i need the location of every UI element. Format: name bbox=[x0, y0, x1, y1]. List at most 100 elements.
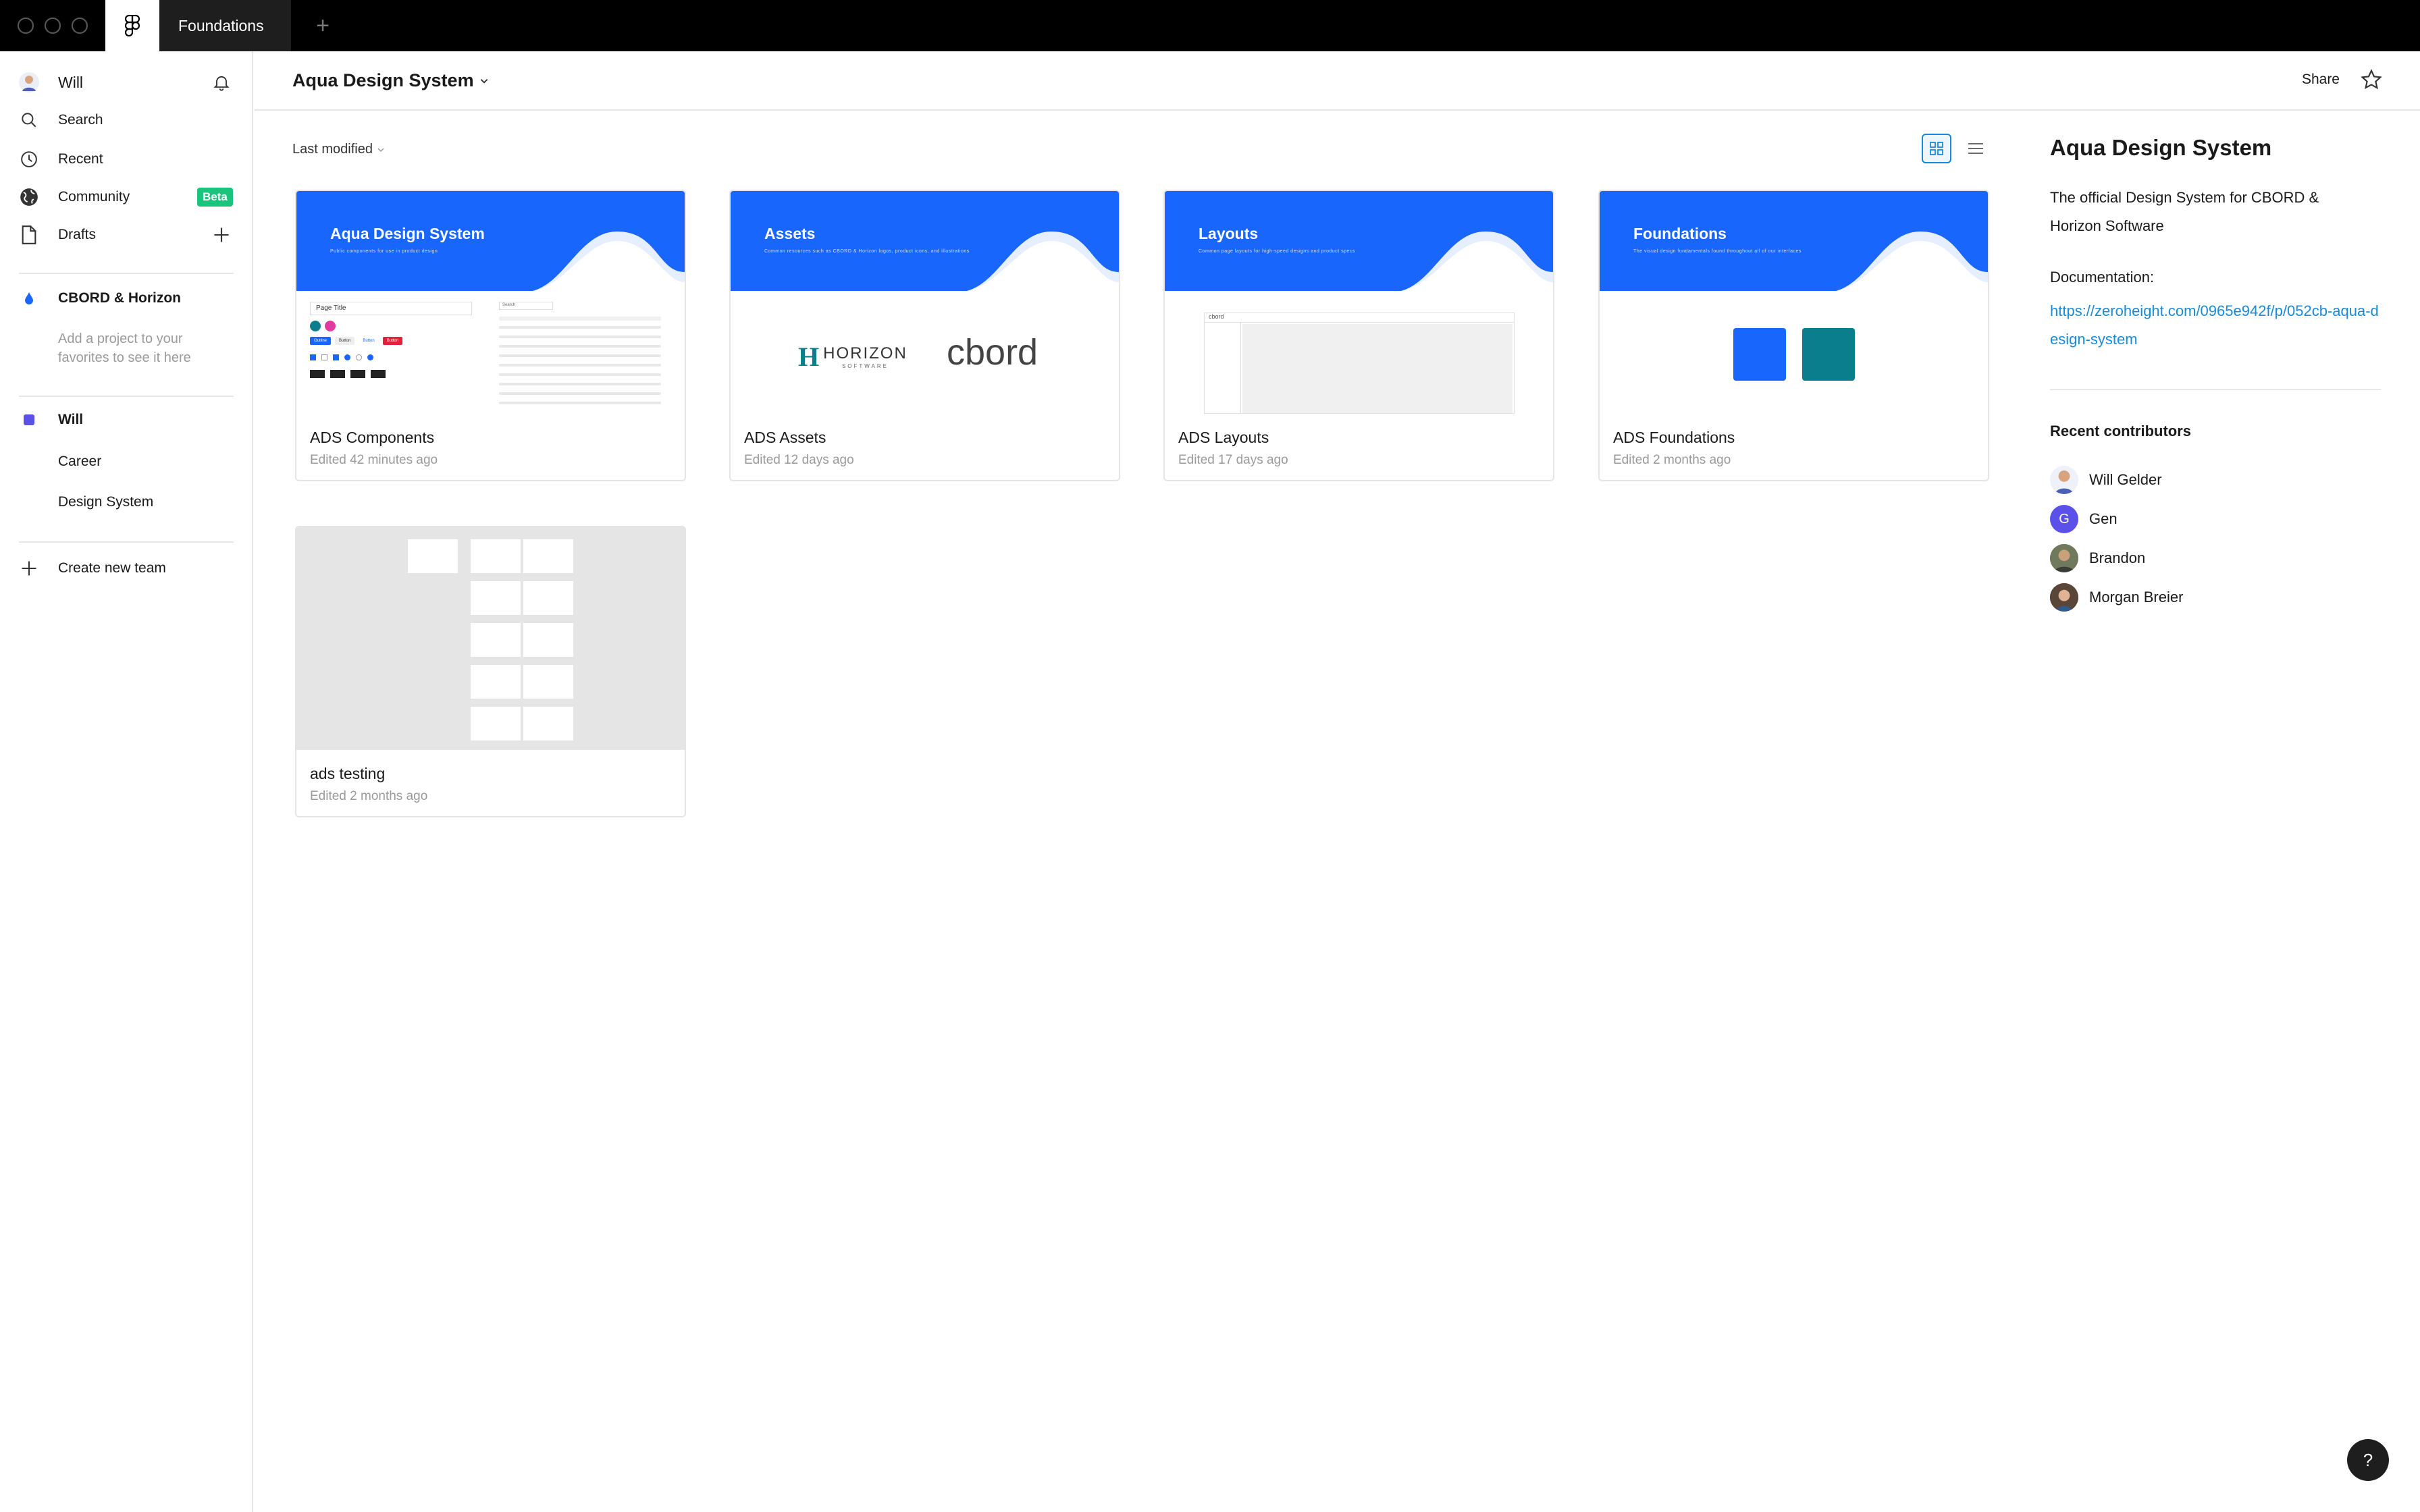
file-thumbnail: Assets Common resources such as CBORD & … bbox=[731, 191, 1119, 414]
contributor-name: Will Gelder bbox=[2089, 471, 2162, 488]
list-view-button[interactable] bbox=[1961, 134, 1991, 163]
blue-swatch bbox=[1733, 328, 1786, 381]
maximize-window-button[interactable] bbox=[72, 18, 88, 34]
new-tab-button[interactable]: + bbox=[309, 0, 336, 51]
documentation-label: Documentation: bbox=[2050, 269, 2155, 286]
figma-home-tab[interactable] bbox=[105, 0, 159, 51]
file-icon bbox=[19, 225, 39, 245]
avatar: G bbox=[2050, 505, 2078, 533]
create-team-button[interactable]: Create new team bbox=[0, 554, 253, 583]
create-team-label: Create new team bbox=[58, 560, 166, 576]
file-tab[interactable]: Foundations bbox=[159, 0, 291, 51]
sort-label: Last modified bbox=[292, 142, 373, 157]
user-name: Will bbox=[58, 73, 84, 91]
sidebar-item-drafts[interactable]: Drafts bbox=[0, 220, 253, 250]
file-thumbnail: Foundations The visual design fundamenta… bbox=[1600, 191, 1988, 414]
project-info-panel: Aqua Design System The official Design S… bbox=[2050, 135, 2388, 612]
project-design-system[interactable]: Design System bbox=[0, 487, 253, 517]
help-button[interactable]: ? bbox=[2347, 1439, 2389, 1481]
clock-icon bbox=[19, 149, 39, 169]
project-header: Aqua Design System Share bbox=[255, 51, 2420, 111]
layout-preview: cbord bbox=[1204, 313, 1515, 414]
project-title: Aqua Design System bbox=[292, 70, 474, 90]
search-icon bbox=[19, 110, 39, 130]
contributor-name: Brandon bbox=[2089, 549, 2146, 566]
sidebar-item-label: Community bbox=[58, 189, 130, 205]
file-title: ADS Layouts bbox=[1178, 429, 1269, 446]
team-will[interactable]: Will bbox=[0, 405, 253, 435]
file-title: ADS Foundations bbox=[1613, 429, 1735, 446]
user-row[interactable]: Will bbox=[0, 68, 253, 97]
avatar bbox=[2050, 544, 2078, 572]
contributor-name: Gen bbox=[2089, 510, 2118, 527]
file-card-ads-testing[interactable]: ads testing Edited 2 months ago bbox=[295, 526, 686, 817]
sidebar-item-search[interactable]: Search bbox=[0, 105, 253, 135]
sort-dropdown[interactable]: Last modified bbox=[292, 142, 385, 157]
add-draft-plus-icon[interactable] bbox=[212, 225, 231, 248]
horizon-logo-text: HORIZON bbox=[823, 344, 908, 362]
thumbnail-banner: Foundations The visual design fundamenta… bbox=[1600, 191, 1988, 292]
file-card-ads-assets[interactable]: Assets Common resources such as CBORD & … bbox=[729, 190, 1120, 481]
file-title: ads testing bbox=[310, 765, 386, 782]
file-card-ads-components[interactable]: Aqua Design System Public components for… bbox=[295, 190, 686, 481]
star-icon[interactable] bbox=[2358, 66, 2385, 93]
thumbnail-banner: Aqua Design System Public components for… bbox=[296, 191, 685, 292]
horizon-logo: H HORIZON SOFTWARE bbox=[798, 342, 908, 372]
list-icon bbox=[1968, 143, 1983, 154]
share-button[interactable]: Share bbox=[2302, 72, 2340, 88]
beta-badge: Beta bbox=[197, 188, 233, 207]
thumbnail-banner: Layouts Common page layouts for high-spe… bbox=[1165, 191, 1553, 292]
droplet-icon bbox=[19, 288, 39, 308]
cbord-logo: cbord bbox=[947, 332, 1038, 373]
file-edited: Edited 2 months ago bbox=[310, 789, 428, 803]
sidebar-divider bbox=[19, 273, 234, 274]
contributor-row: Brandon bbox=[2050, 544, 2145, 572]
title-bar: Foundations + bbox=[0, 0, 2420, 51]
sidebar-item-community[interactable]: Community Beta bbox=[0, 182, 253, 212]
file-card-ads-foundations[interactable]: Foundations The visual design fundamenta… bbox=[1598, 190, 1989, 481]
plus-icon bbox=[19, 558, 39, 578]
banner-subtitle: The visual design fundamentals found thr… bbox=[1633, 249, 1801, 254]
file-edited: Edited 12 days ago bbox=[744, 453, 854, 467]
file-title: ADS Components bbox=[310, 429, 435, 446]
minimize-window-button[interactable] bbox=[45, 18, 61, 34]
bell-icon[interactable] bbox=[212, 73, 231, 96]
project-title-dropdown[interactable]: Aqua Design System bbox=[292, 70, 489, 91]
avatar bbox=[2050, 583, 2078, 612]
sidebar-divider bbox=[19, 541, 234, 543]
components-preview: Page Title Outline Button Button Button bbox=[310, 302, 472, 410]
project-label: Career bbox=[58, 454, 102, 469]
recent-contributors-label: Recent contributors bbox=[2050, 423, 2192, 439]
horizon-logo-subtext: SOFTWARE bbox=[841, 363, 889, 369]
contributor-row: G Gen bbox=[2050, 505, 2118, 533]
sidebar-item-label: Drafts bbox=[58, 227, 97, 242]
sidebar-item-recent[interactable]: Recent bbox=[0, 144, 253, 174]
file-title: ADS Assets bbox=[744, 429, 826, 446]
documentation-link[interactable]: https://zeroheight.com/0965e942f/p/052cb… bbox=[2050, 297, 2381, 354]
banner-title: Assets bbox=[764, 225, 816, 242]
sidebar-divider bbox=[19, 396, 234, 397]
mock-button: Button bbox=[382, 337, 403, 345]
info-title: Aqua Design System bbox=[2050, 135, 2272, 160]
project-career[interactable]: Career bbox=[0, 447, 253, 477]
file-edited: Edited 17 days ago bbox=[1178, 453, 1288, 467]
file-edited: Edited 2 months ago bbox=[1613, 453, 1731, 467]
mock-search: Search bbox=[499, 302, 553, 310]
file-card-ads-layouts[interactable]: Layouts Common page layouts for high-spe… bbox=[1163, 190, 1554, 481]
file-thumbnail: Aqua Design System Public components for… bbox=[296, 191, 685, 414]
team-name: Will bbox=[58, 412, 84, 427]
file-thumbnail: Layouts Common page layouts for high-spe… bbox=[1165, 191, 1553, 414]
mock-button: Button bbox=[363, 339, 375, 343]
mock-page-title: Page Title bbox=[310, 302, 472, 315]
mock-button: Button bbox=[335, 337, 355, 345]
banner-title: Foundations bbox=[1633, 225, 1727, 242]
team-cbord-horizon[interactable]: CBORD & Horizon bbox=[0, 284, 253, 313]
chevron-down-icon bbox=[480, 78, 488, 84]
contributor-row: Morgan Breier bbox=[2050, 583, 2183, 612]
file-edited: Edited 42 minutes ago bbox=[310, 453, 438, 467]
window-controls bbox=[18, 18, 88, 34]
grid-view-button[interactable] bbox=[1922, 134, 1951, 163]
layout-mock-logo: cbord bbox=[1205, 313, 1514, 323]
info-description: The official Design System for CBORD & H… bbox=[2050, 189, 2319, 234]
close-window-button[interactable] bbox=[18, 18, 34, 34]
